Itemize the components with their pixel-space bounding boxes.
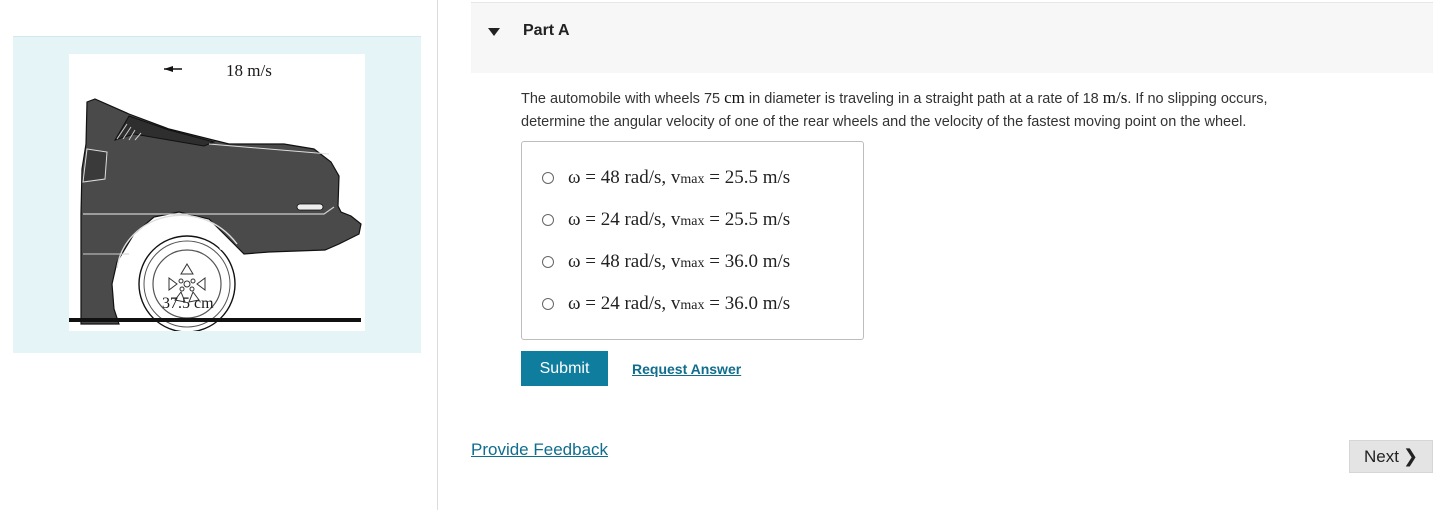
choice-omega: ω = 24 rad/s, (568, 209, 671, 230)
car-wheel-figure: 18 m/s ω 37.5 cm (69, 54, 365, 331)
choice-option-2[interactable]: ω = 24 rad/s, vmax = 25.5 m/s (542, 208, 790, 232)
choice-vmax-value: = 25.5 m/s (704, 209, 791, 230)
radio-button[interactable] (542, 256, 554, 268)
request-answer-link[interactable]: Request Answer (632, 361, 741, 377)
choice-v-symbol: v (670, 251, 681, 272)
question-fragment: The automobile with wheels 75 (521, 91, 725, 107)
side-window (82, 148, 108, 183)
choice-vmax-value: = 36.0 m/s (704, 293, 791, 314)
choice-omega: ω = 48 rad/s, (568, 251, 671, 272)
unit-cm: cm (724, 88, 745, 107)
answer-choices: ω = 48 rad/s, vmax = 25.5 m/s ω = 24 rad… (521, 141, 864, 340)
choice-v-symbol: v (670, 209, 681, 230)
column-divider (437, 0, 438, 510)
choice-v-symbol: v (670, 293, 681, 314)
choice-option-3[interactable]: ω = 48 rad/s, vmax = 36.0 m/s (542, 250, 790, 274)
part-a-header[interactable]: Part A (471, 2, 1433, 73)
choice-v-subscript: max (680, 298, 705, 313)
choice-v-subscript: max (680, 214, 705, 229)
radio-button[interactable] (542, 214, 554, 226)
figure-panel: 18 m/s ω 37.5 cm (13, 36, 421, 353)
speed-label: 18 m/s (226, 61, 272, 80)
chevron-right-icon: ❯ (1402, 446, 1419, 466)
question-fragment: in diameter is traveling in a straight p… (744, 91, 1103, 107)
choice-v-subscript: max (680, 256, 705, 271)
omega-label: ω (219, 238, 230, 254)
next-button[interactable]: Next ❯ (1349, 440, 1433, 473)
choice-vmax-value: = 25.5 m/s (704, 167, 791, 188)
unit-ms: m/s (1102, 88, 1128, 107)
choice-v-symbol: v (670, 167, 681, 188)
provide-feedback-link[interactable]: Provide Feedback (471, 440, 608, 460)
question-fragment: determine the angular velocity of one of… (521, 114, 1247, 130)
choice-option-1[interactable]: ω = 48 rad/s, vmax = 25.5 m/s (542, 166, 790, 190)
submit-button[interactable]: Submit (521, 351, 608, 386)
choice-omega: ω = 24 rad/s, (568, 293, 671, 314)
caret-down-icon[interactable] (488, 28, 500, 36)
next-label: Next (1363, 446, 1399, 466)
choice-option-4[interactable]: ω = 24 rad/s, vmax = 36.0 m/s (542, 292, 790, 316)
tail-light (296, 203, 324, 211)
radius-label: 37.5 cm (162, 295, 214, 312)
radio-button[interactable] (542, 298, 554, 310)
choice-v-subscript: max (680, 172, 705, 187)
question-text: The automobile with wheels 75 cm in diam… (521, 86, 1401, 134)
choice-vmax-value: = 36.0 m/s (704, 251, 791, 272)
choice-omega: ω = 48 rad/s, (568, 167, 671, 188)
question-fragment: . If no slipping occurs, (1127, 91, 1268, 107)
radio-button[interactable] (542, 172, 554, 184)
part-title: Part A (523, 22, 570, 39)
